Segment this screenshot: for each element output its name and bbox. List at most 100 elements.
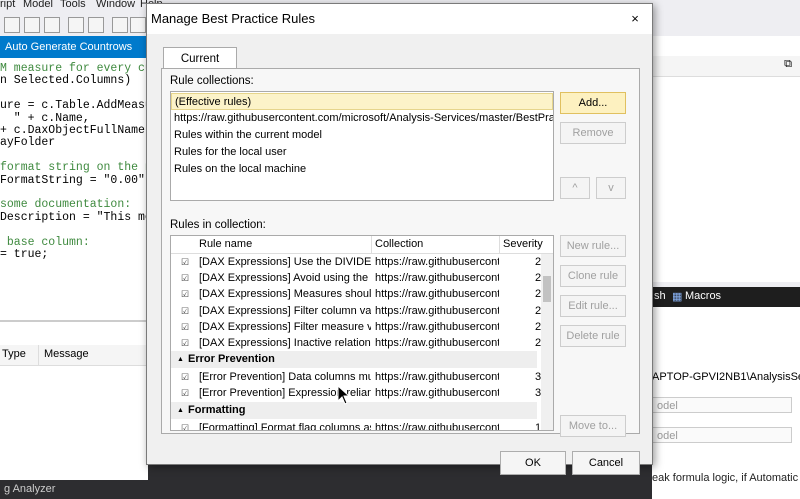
- column-message[interactable]: Message: [44, 348, 89, 360]
- collection-cell: https://raw.githubusercont...: [375, 337, 499, 349]
- table-row[interactable]: ☑ [Formatting] Format flag columns as Y..…: [171, 420, 541, 431]
- rules-in-collection-label: Rules in collection:: [170, 219, 266, 231]
- rule-name-cell: [DAX Expressions] Measures should n...: [199, 288, 371, 301]
- collection-cell: https://raw.githubusercont...: [375, 288, 499, 301]
- menu-item-tools[interactable]: Tools: [60, 0, 86, 10]
- toolbar-icon[interactable]: [68, 17, 84, 33]
- scrollbar-thumb[interactable]: [543, 276, 551, 302]
- tab-panel: Rule collections: (Effective rules) http…: [161, 68, 640, 437]
- document-tab[interactable]: Auto Generate Countrows: [0, 36, 148, 58]
- table-row[interactable]: ☑ [Error Prevention] Data columns must...…: [171, 369, 541, 386]
- code-line: format string on the new: [0, 161, 166, 175]
- mouse-cursor-icon: [337, 385, 351, 405]
- column-type[interactable]: Type: [2, 348, 26, 360]
- tab-current-model[interactable]: Current model: [163, 47, 237, 87]
- toolbar-icon[interactable]: [4, 17, 20, 33]
- ok-button[interactable]: OK: [500, 451, 566, 475]
- list-item-local-machine[interactable]: Rules on the local machine: [171, 161, 553, 178]
- checkbox[interactable]: ☑: [181, 274, 190, 283]
- code-line: some documentation:: [0, 198, 132, 212]
- table-row[interactable]: ☑ [DAX Expressions] Avoid using the IFE..…: [171, 270, 541, 287]
- code-line: = true;: [0, 248, 49, 261]
- macros-icon: ▦: [672, 291, 683, 303]
- table-row[interactable]: ☑ [DAX Expressions] Inactive relationship…: [171, 335, 541, 352]
- code-line: base column:: [0, 235, 90, 249]
- menu-item-script[interactable]: ript: [0, 0, 15, 10]
- checkbox[interactable]: ☑: [181, 258, 190, 267]
- toolbar-icon[interactable]: [112, 17, 128, 33]
- list-item-current-model[interactable]: Rules within the current model: [171, 127, 553, 144]
- rule-name-cell: [DAX Expressions] Filter column values..…: [199, 304, 371, 317]
- rules-grid[interactable]: Rule name Collection Severity ☑ [DAX Expr…: [170, 235, 554, 431]
- toolbar-icon[interactable]: [44, 17, 60, 33]
- checkbox[interactable]: ☑: [181, 423, 190, 430]
- toolbar-icon[interactable]: [24, 17, 40, 33]
- list-item-effective-rules[interactable]: (Effective rules): [171, 93, 553, 110]
- properties-panel: APTOP-GPVI2NB1\AnalysisServices odel ode…: [652, 307, 800, 482]
- list-item-local-user[interactable]: Rules for the local user: [171, 144, 553, 161]
- manage-best-practice-rules-dialog: Manage Best Practice Rules × Current mod…: [146, 3, 653, 475]
- rule-name-cell: [DAX Expressions] Avoid using the IFE...: [199, 272, 371, 285]
- grid-body: ☑ [DAX Expressions] Use the DIVIDE fun...…: [171, 236, 541, 431]
- property-field[interactable]: odel: [652, 397, 792, 413]
- clone-rule-button[interactable]: Clone rule: [560, 265, 626, 287]
- bottom-tab-label: g Analyzer: [4, 483, 56, 495]
- collapse-icon[interactable]: ▲: [177, 402, 184, 419]
- list-item-collection-url[interactable]: https://raw.githubusercontent.com/micros…: [171, 110, 553, 127]
- rule-collections-label: Rule collections:: [170, 75, 254, 87]
- menu-item-model[interactable]: Model: [23, 0, 53, 10]
- add-button[interactable]: Add...: [560, 92, 626, 114]
- move-up-button[interactable]: ^: [560, 177, 590, 199]
- move-down-button[interactable]: v: [596, 177, 626, 199]
- checkbox[interactable]: ☑: [181, 373, 190, 382]
- table-row[interactable]: ☑ [DAX Expressions] Use the DIVIDE fun...…: [171, 254, 541, 271]
- rule-name-cell: [DAX Expressions] Filter measure value..…: [199, 320, 371, 333]
- collection-cell: https://raw.githubusercont...: [375, 272, 499, 285]
- pin-icon[interactable]: ⧉: [784, 58, 792, 71]
- table-row[interactable]: ☑[Error Prevention] Expression-reliant o…: [171, 385, 541, 402]
- delete-rule-button[interactable]: Delete rule: [560, 325, 626, 347]
- column-divider: [38, 345, 39, 365]
- table-row[interactable]: ☑ [DAX Expressions] Measures should n... h…: [171, 286, 541, 303]
- rule-collections-list[interactable]: (Effective rules) https://raw.githubuser…: [170, 91, 554, 201]
- tab-partial[interactable]: sh: [654, 290, 666, 302]
- right-tabs: sh ▦ Macros: [652, 287, 800, 307]
- move-to-button[interactable]: Move to...: [560, 415, 626, 437]
- group-label: Error Prevention: [188, 353, 275, 366]
- code-editor[interactable]: M measure for every curre n Selected.Colu…: [0, 58, 173, 320]
- tab-macros[interactable]: Macros: [685, 290, 721, 302]
- checkbox[interactable]: ☑: [181, 306, 190, 316]
- collection-cell: https://raw.githubusercont...: [375, 387, 499, 400]
- code-line: " + c.Name,: [0, 111, 90, 125]
- cancel-button[interactable]: Cancel: [572, 451, 640, 475]
- group-header[interactable]: ▲ Formatting: [171, 401, 537, 419]
- property-field[interactable]: odel: [652, 427, 792, 443]
- edit-rule-button[interactable]: Edit rule...: [560, 295, 626, 317]
- checkbox[interactable]: ☑: [181, 339, 190, 348]
- code-line: n Selected.Columns): [0, 74, 132, 88]
- collection-cell: https://raw.githubusercont...: [375, 304, 499, 317]
- new-rule-button[interactable]: New rule...: [560, 235, 626, 257]
- dialog-title-bar[interactable]: Manage Best Practice Rules: [147, 4, 652, 34]
- checkbox[interactable]: ☑: [181, 389, 190, 398]
- tom-explorer-header: ⧉: [652, 56, 800, 77]
- collection-cell: https://raw.githubusercont...: [375, 256, 499, 268]
- rule-name-cell: [DAX Expressions] Use the DIVIDE fun...: [199, 256, 371, 268]
- menu-item-window[interactable]: Window: [96, 0, 135, 10]
- server-value: APTOP-GPVI2NB1\AnalysisServices: [652, 371, 800, 383]
- remove-button[interactable]: Remove: [560, 122, 626, 144]
- toolbar-icon[interactable]: [130, 17, 146, 33]
- toolbar-icon[interactable]: [88, 17, 104, 33]
- checkbox[interactable]: ☑: [181, 290, 190, 299]
- vertical-scrollbar[interactable]: [541, 254, 553, 430]
- table-row[interactable]: ☑ [DAX Expressions] Filter measure value.…: [171, 319, 541, 336]
- bottom-tab-analyzer[interactable]: g Analyzer: [0, 480, 148, 499]
- collection-cell: https://raw.githubusercont...: [375, 421, 499, 431]
- status-text: eak formula logic, if Automatic Fo: [652, 472, 800, 484]
- table-row[interactable]: ☑ [DAX Expressions] Filter column values.…: [171, 303, 541, 320]
- group-label: Formatting: [188, 403, 246, 416]
- group-header[interactable]: ▲ Error Prevention: [171, 351, 537, 369]
- close-icon[interactable]: ×: [628, 12, 642, 26]
- collapse-icon[interactable]: ▲: [177, 351, 184, 368]
- checkbox[interactable]: ☑: [181, 322, 190, 332]
